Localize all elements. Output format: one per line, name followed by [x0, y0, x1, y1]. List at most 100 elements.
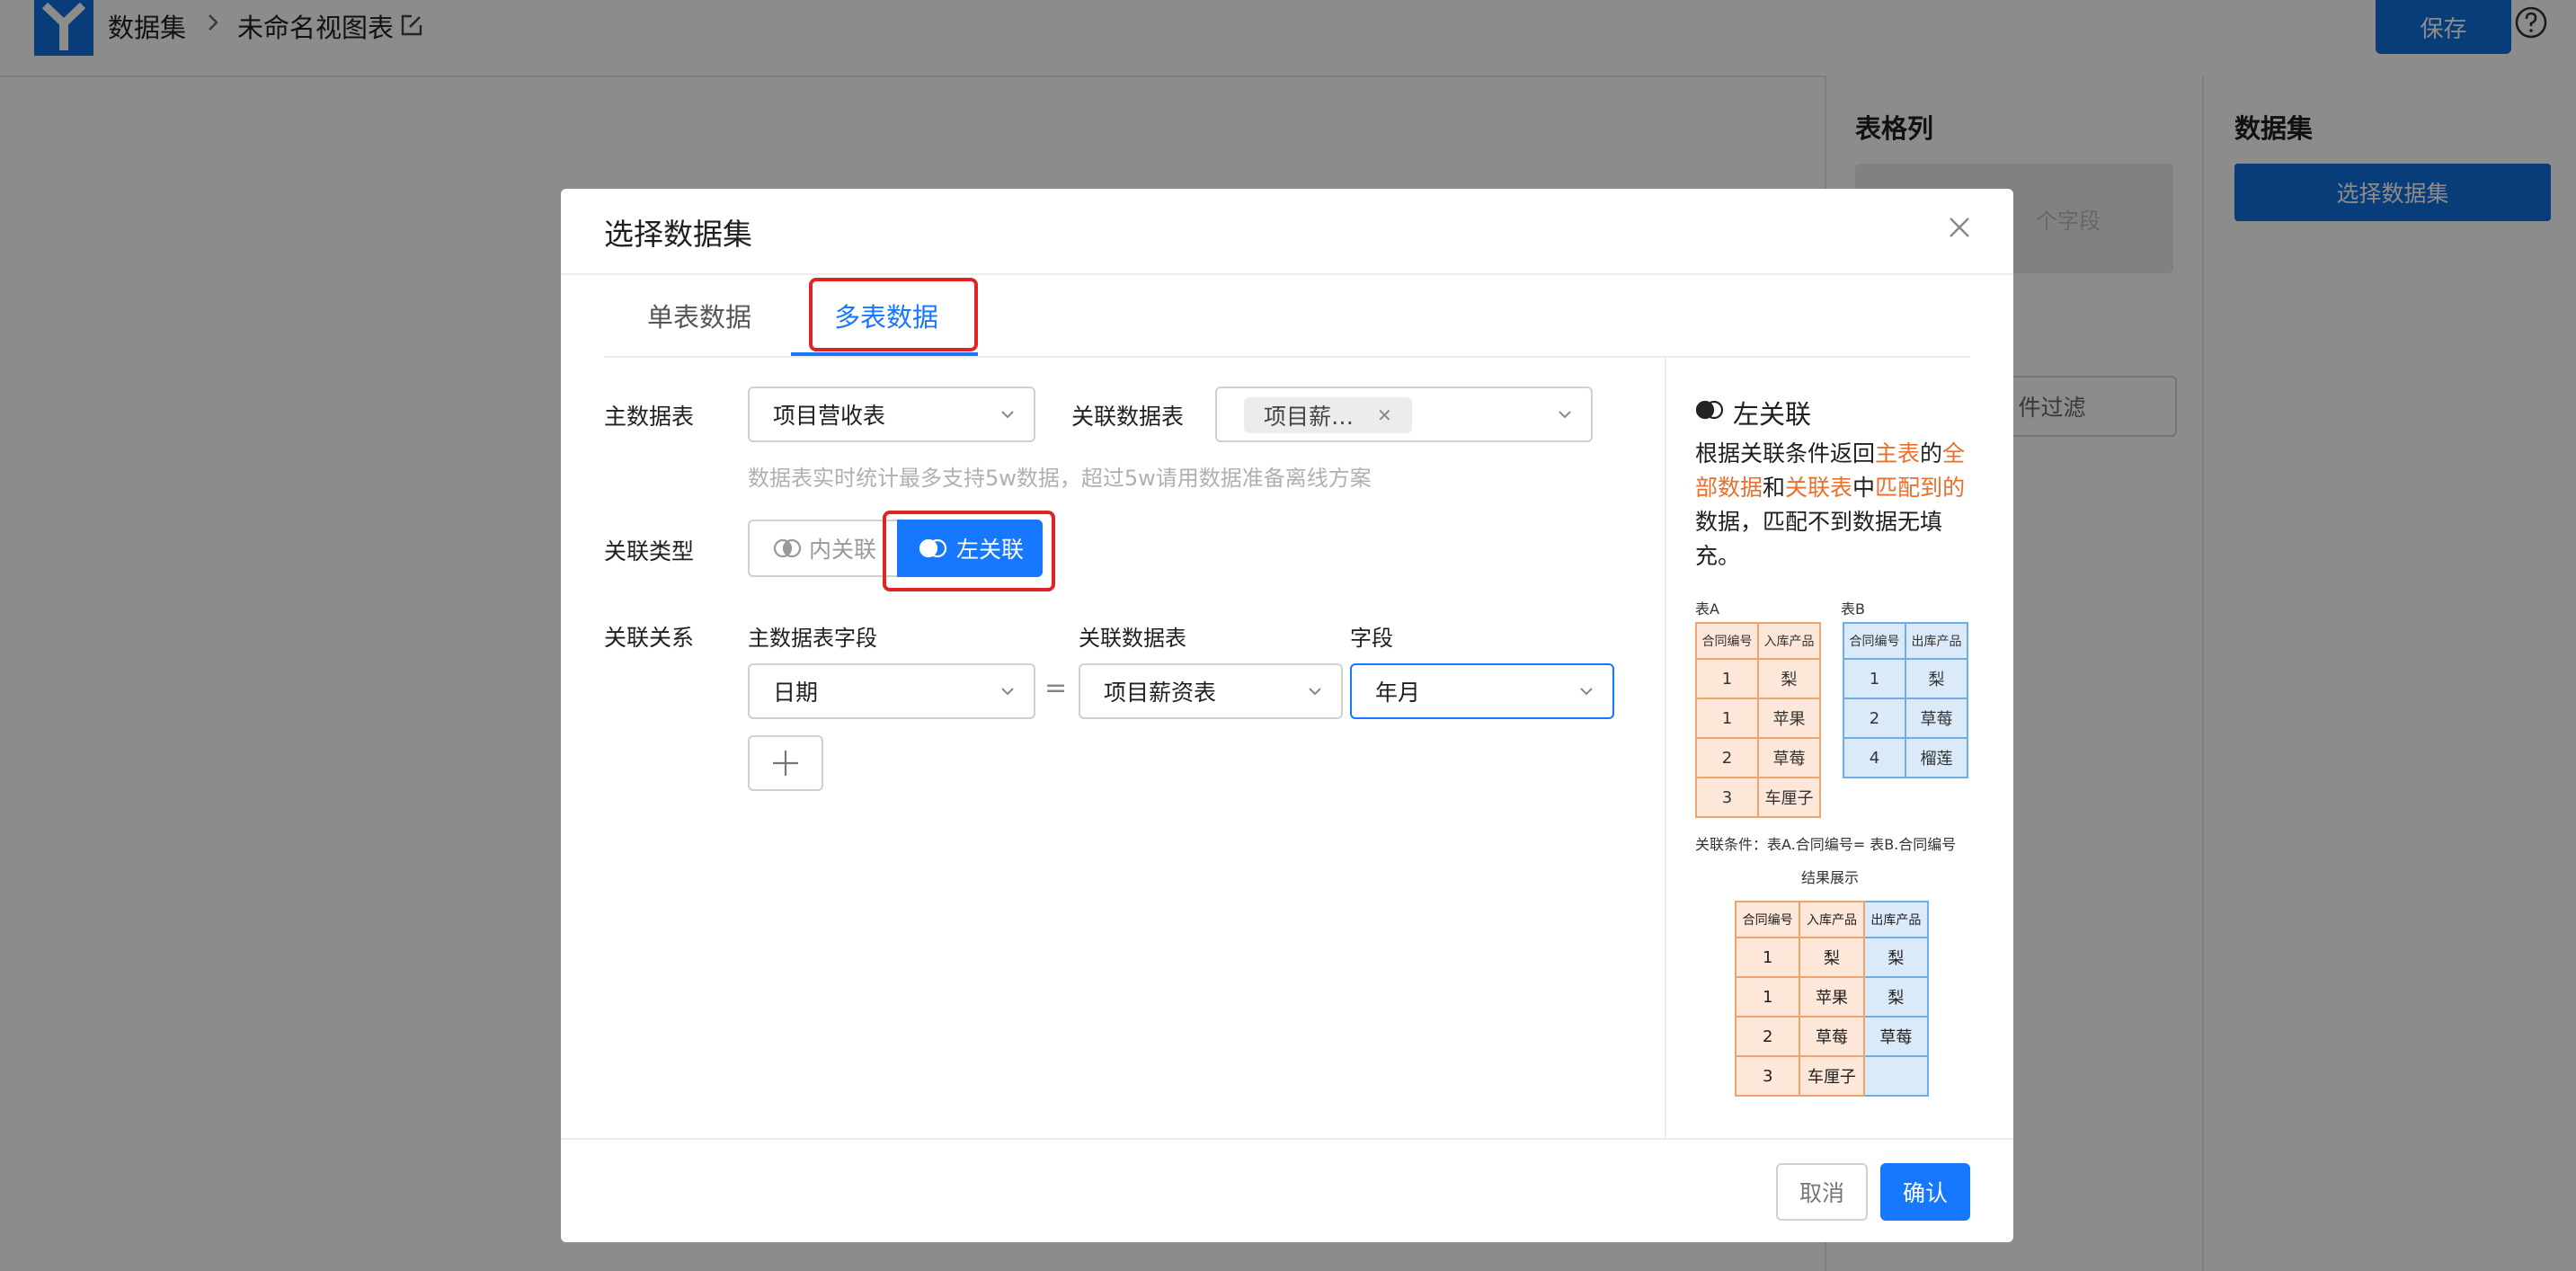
confirm-button[interactable]: 确认 [1880, 1163, 1970, 1221]
table-cell: 梨 [1905, 658, 1968, 699]
table-cell: 梨 [1799, 937, 1865, 978]
result-table: 合同编号 入库产品 出库产品 1 梨 梨 1 苹果 梨 2 草莓 草莓 3 车厘… [1734, 901, 1930, 1097]
chevron-down-icon [1001, 688, 1014, 696]
plus-icon [773, 751, 798, 776]
add-relation-button[interactable] [748, 735, 823, 791]
relation-label: 关联关系 [604, 625, 695, 651]
table-header-cell: 入库产品 [1757, 622, 1821, 660]
table-cell: 车厘子 [1757, 777, 1821, 818]
table-cell: 1 [1695, 698, 1759, 739]
field-value: 年月 [1375, 680, 1421, 706]
desc-highlight: 主表 [1875, 440, 1921, 467]
table-row: 1梨 [1695, 658, 1821, 699]
table-header-cell: 合同编号 [1695, 622, 1759, 660]
desc-text: 的 [1920, 440, 1943, 467]
table-cell: 草莓 [1757, 737, 1821, 778]
table-cell: 3 [1695, 777, 1759, 818]
table-header-cell: 入库产品 [1799, 901, 1865, 938]
cancel-button[interactable]: 取消 [1776, 1163, 1868, 1221]
join-condition: 关联条件：表A.合同编号= 表B.合同编号 [1695, 836, 1957, 853]
close-icon[interactable] [1946, 214, 1973, 241]
desc-text: 根据关联条件返回 [1695, 440, 1876, 467]
active-tab-indicator [791, 352, 978, 356]
info-description: 根据关联条件返回主表的全部数据和关联表中匹配到的数据，匹配不到数据无填充。 [1695, 437, 1976, 573]
table-row: 1 梨 梨 [1734, 937, 1930, 978]
table-b: 合同编号 出库产品 1梨 2 草莓 4 榴莲 [1843, 622, 1968, 778]
table-row: 1 苹果 梨 [1734, 976, 1930, 1018]
tag-close-icon[interactable]: ✕ [1377, 404, 1392, 426]
table-cell: 梨 [1862, 976, 1930, 1018]
tabs-divider [604, 356, 1970, 358]
tab-single-table[interactable]: 单表数据 [647, 297, 751, 334]
table-header-cell: 出库产品 [1862, 901, 1930, 938]
table-row: 3 车厘子 [1734, 1055, 1930, 1097]
related-table-select[interactable]: 项目薪… ✕ [1215, 387, 1593, 442]
table-cell: 1 [1695, 658, 1759, 699]
table-row: 1梨 [1843, 658, 1968, 699]
table-cell [1862, 1055, 1930, 1097]
desc-text: 数据，匹配不到数据无填充。 [1695, 509, 1943, 569]
join-type-label: 关联类型 [604, 538, 695, 564]
table-row: 4 榴莲 [1843, 737, 1968, 778]
table-cell: 梨 [1862, 937, 1930, 978]
desc-text: 和 [1763, 475, 1786, 501]
table-header-cell: 合同编号 [1843, 622, 1906, 660]
main-field-value: 日期 [773, 680, 819, 706]
main-table-select[interactable]: 项目营收表 [748, 387, 1035, 442]
table-a: 合同编号 入库产品 1梨 1 苹果 2 草莓 3 车厘子 [1695, 622, 1821, 818]
table-row: 2 草莓 [1695, 737, 1821, 778]
main-field-select[interactable]: 日期 [748, 663, 1035, 719]
field-select[interactable]: 年月 [1350, 663, 1614, 719]
left-join-icon [1695, 400, 1724, 420]
desc-highlight: 匹配到的 [1875, 475, 1966, 501]
table-cell: 苹果 [1757, 698, 1821, 739]
related-table-header: 关联数据表 [1079, 626, 1186, 651]
table-cell: 苹果 [1799, 976, 1865, 1018]
chevron-down-icon [1580, 688, 1593, 696]
modal-footer-divider [561, 1138, 2013, 1140]
highlight-box-multi-tab [809, 278, 978, 351]
related-table-tag-text: 项目薪… [1264, 404, 1355, 430]
table-cell: 草莓 [1862, 1016, 1930, 1057]
related-table-field-select[interactable]: 项目薪资表 [1079, 663, 1343, 719]
table-cell: 1 [1734, 976, 1801, 1018]
desc-text: 中 [1852, 475, 1876, 501]
table-cell: 草莓 [1905, 698, 1968, 739]
limit-hint: 数据表实时统计最多支持5w数据，超过5w请用数据准备离线方案 [748, 466, 1372, 491]
info-panel-divider [1665, 358, 1666, 1138]
table-cell: 1 [1843, 658, 1906, 699]
highlight-box-left-join [883, 511, 1055, 591]
table-cell: 2 [1843, 698, 1906, 739]
inner-join-option[interactable]: 内关联 [748, 520, 901, 577]
related-table-field-value: 项目薪资表 [1104, 680, 1217, 706]
table-cell: 4 [1843, 737, 1906, 778]
table-b-caption: 表B [1841, 600, 1865, 618]
table-cell: 车厘子 [1799, 1055, 1865, 1097]
table-cell: 3 [1734, 1055, 1801, 1097]
equals-operator: = [1044, 672, 1068, 704]
table-cell: 草莓 [1799, 1016, 1865, 1057]
table-row: 3 车厘子 [1695, 777, 1821, 818]
chevron-down-icon [1309, 688, 1321, 696]
main-table-value: 项目营收表 [773, 403, 886, 429]
info-title: 左关联 [1733, 399, 1812, 430]
table-cell: 榴莲 [1905, 737, 1968, 778]
main-table-label: 主数据表 [604, 404, 695, 430]
chevron-down-icon [1559, 411, 1571, 419]
related-table-label: 关联数据表 [1071, 404, 1185, 430]
table-cell: 2 [1695, 737, 1759, 778]
modal-title: 选择数据集 [604, 217, 752, 252]
chevron-down-icon [1001, 411, 1014, 419]
table-row: 2 草莓 草莓 [1734, 1016, 1930, 1057]
table-header-cell: 合同编号 [1734, 901, 1801, 938]
inner-join-icon [773, 538, 802, 558]
table-cell: 梨 [1757, 658, 1821, 699]
main-field-header: 主数据表字段 [748, 626, 877, 651]
inner-join-label: 内关联 [809, 537, 877, 563]
result-caption: 结果展示 [1801, 869, 1860, 886]
table-cell: 1 [1734, 937, 1801, 978]
table-a-caption: 表A [1695, 600, 1719, 618]
related-table-tag: 项目薪… ✕ [1244, 397, 1412, 433]
table-cell: 2 [1734, 1016, 1801, 1057]
table-header-cell: 出库产品 [1905, 622, 1968, 660]
